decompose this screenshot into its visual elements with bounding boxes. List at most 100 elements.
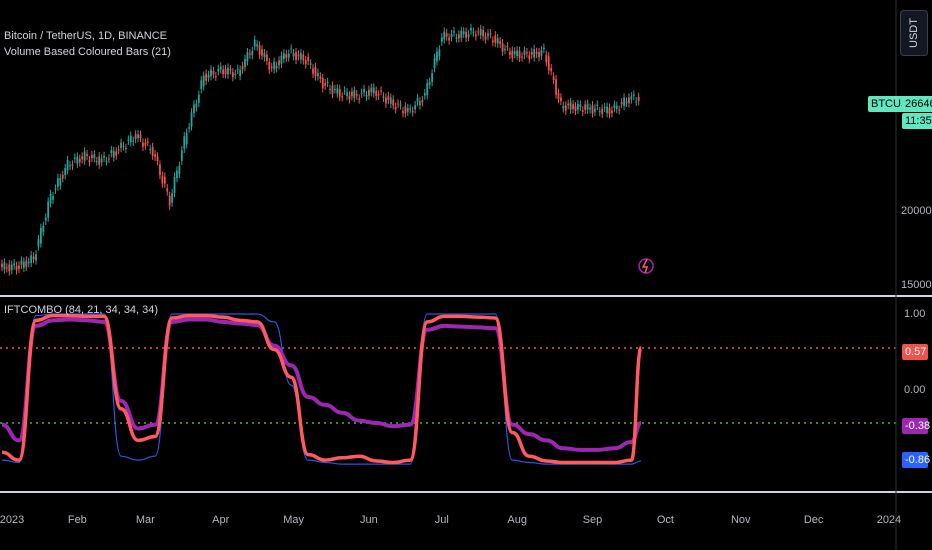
time-tick: Jul <box>434 514 449 526</box>
candle-body <box>630 96 633 100</box>
candle-body <box>246 52 249 62</box>
currency-button[interactable]: USDT <box>900 10 928 56</box>
candle-body <box>392 99 395 106</box>
candle-body <box>608 107 611 115</box>
study-legend[interactable]: Volume Based Coloured Bars (21) <box>4 46 171 58</box>
candle-body <box>180 150 183 161</box>
candle-body <box>214 76 217 78</box>
candle-body <box>589 107 591 110</box>
candle-body <box>538 52 540 58</box>
candle-body <box>173 176 176 194</box>
candle-body <box>307 56 310 61</box>
candle-body <box>596 104 599 106</box>
candle-body <box>142 142 144 147</box>
candle-body <box>406 107 409 112</box>
iftcombo-line-purple <box>1 317 642 452</box>
candle-body <box>603 107 606 109</box>
candle-body <box>256 44 259 47</box>
candle-body <box>239 69 242 77</box>
candle-body <box>103 155 105 158</box>
candle-body <box>555 79 557 95</box>
candle-body <box>234 73 237 76</box>
candle-body <box>346 92 348 97</box>
candle-body <box>635 101 638 103</box>
candle-body <box>438 49 441 57</box>
candle-body <box>171 193 173 203</box>
candle-body <box>222 69 225 74</box>
candle-body <box>8 264 11 272</box>
candle-body <box>229 69 232 71</box>
candle-body <box>368 89 370 96</box>
candle-body <box>166 188 169 192</box>
candle-body <box>569 102 572 110</box>
candle-body <box>628 97 630 104</box>
last-price-tag: 26646.17 <box>902 96 932 112</box>
candle-body <box>632 94 635 96</box>
candle-body <box>207 75 210 78</box>
candle-body <box>22 261 25 268</box>
candle-body <box>188 127 191 129</box>
candle-body <box>190 112 193 127</box>
candle-body <box>100 158 103 163</box>
candle-body <box>462 31 465 34</box>
candle-body <box>479 29 482 36</box>
candle-body <box>197 94 200 103</box>
candle-body <box>3 262 6 270</box>
candle-body <box>623 97 625 106</box>
candle-body <box>236 68 239 70</box>
value-tag-purple: -0.38 <box>902 418 930 434</box>
candle-body <box>457 34 460 39</box>
candle-body <box>625 101 628 103</box>
candle-body <box>1 263 3 268</box>
ind-tick-1: 1.00 <box>904 308 926 320</box>
candle-body <box>74 157 76 159</box>
candle-body <box>528 55 531 60</box>
candle-body <box>341 96 344 98</box>
candle-body <box>562 105 565 109</box>
candle-body <box>501 43 504 52</box>
candle-body <box>552 76 555 81</box>
symbol-legend[interactable]: Bitcoin / TetherUS, 1D, BINANCE <box>4 30 167 42</box>
candle-body <box>487 33 489 37</box>
candle-body <box>518 50 521 58</box>
candle-body <box>494 35 497 43</box>
time-tick: Feb <box>67 514 87 526</box>
candle-body <box>433 57 436 69</box>
time-tick: Apr <box>212 514 230 526</box>
indicator-legend[interactable]: IFTCOMBO (84, 21, 34, 34, 34) <box>4 304 158 316</box>
candle-body <box>83 151 86 161</box>
candle-body <box>52 196 54 200</box>
candle-body <box>338 89 341 97</box>
candle-body <box>176 170 178 178</box>
candle-body <box>268 62 271 70</box>
candle-body <box>78 158 81 163</box>
candle-body <box>282 53 285 59</box>
candle-body <box>35 254 37 261</box>
candle-body <box>574 106 577 111</box>
candle-body <box>302 54 305 61</box>
candle-body <box>431 73 434 83</box>
candle-body <box>477 31 480 33</box>
time-tick: May <box>283 514 304 526</box>
candle-body <box>482 30 485 37</box>
candle-body <box>39 227 42 244</box>
candle-body <box>465 31 468 38</box>
candle-body <box>317 72 319 77</box>
time-tick: 2024 <box>876 514 902 526</box>
candle-body <box>161 175 164 184</box>
chart-canvas[interactable] <box>0 0 932 550</box>
candle-body <box>297 54 300 57</box>
candle-body <box>474 34 477 37</box>
candle-body <box>504 48 506 51</box>
candle-body <box>560 97 562 101</box>
candle-body <box>404 106 407 114</box>
candle-body <box>496 38 499 44</box>
candle-body <box>18 265 20 269</box>
price-candles <box>1 23 640 276</box>
candle-body <box>467 34 470 37</box>
candle-body <box>64 168 67 176</box>
candle-body <box>542 47 545 50</box>
candle-body <box>387 96 390 100</box>
candle-body <box>615 105 618 110</box>
candle-body <box>32 256 35 260</box>
